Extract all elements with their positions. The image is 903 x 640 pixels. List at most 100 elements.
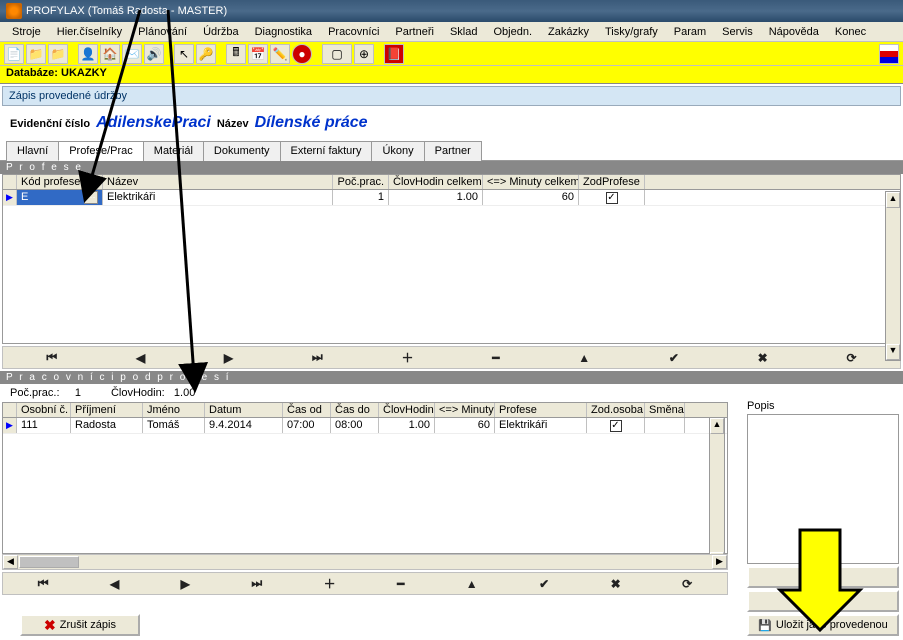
col-kod[interactable]: Kód profese [17, 175, 103, 189]
toolbar-btn-4[interactable]: 👤 [78, 44, 98, 64]
toolbar-flag-icon[interactable] [879, 44, 899, 64]
pcell-jm[interactable]: Tomáš [143, 418, 205, 433]
toolbar-btn-10[interactable]: 🖩 [226, 44, 246, 64]
pcell-smena[interactable] [645, 418, 685, 433]
profese-row[interactable]: ▶ E⋯ Elektrikáři 1 1.00 60 ✓ [3, 190, 900, 206]
hscroll-left-icon[interactable]: ◀ [3, 555, 18, 569]
toolbar-btn-7[interactable]: 🔊 [144, 44, 164, 64]
pcell-prij[interactable]: Radosta [71, 418, 143, 433]
pcell-datum[interactable]: 9.4.2014 [205, 418, 283, 433]
pcol-do[interactable]: Čas do [331, 403, 379, 417]
menu-stroje[interactable]: Stroje [4, 24, 49, 40]
toolbar-btn-14[interactable]: ▢ [322, 44, 352, 64]
toolbar-btn-6[interactable]: ✉️ [122, 44, 142, 64]
cell-poc[interactable]: 1 [333, 190, 389, 205]
menu-partn[interactable]: Partneři [387, 24, 442, 40]
menu-param[interactable]: Param [666, 24, 714, 40]
scroll-down-icon[interactable]: ▼ [886, 344, 900, 360]
pcell-do[interactable]: 08:00 [331, 418, 379, 433]
pcol-min[interactable]: <=> Minuty [435, 403, 495, 417]
nav-last[interactable]: ⏭ [241, 576, 272, 591]
cell-nazev[interactable]: Elektrikáři [103, 190, 333, 205]
menu-napoveda[interactable]: Nápověda [761, 24, 827, 40]
pcol-od[interactable]: Čas od [283, 403, 331, 417]
nav-last[interactable]: ⏭ [302, 350, 333, 365]
nav-cancel[interactable]: ✖ [748, 351, 778, 365]
cell-kod[interactable]: E⋯ [17, 190, 103, 205]
cell-minuty[interactable]: 60 [483, 190, 579, 205]
toolbar-btn-12[interactable]: ✏️ [270, 44, 290, 64]
col-poc[interactable]: Poč.prac. [333, 175, 389, 189]
prac-row[interactable]: ▶ 111 Radosta Tomáš 9.4.2014 07:00 08:00… [3, 418, 727, 434]
nav-refresh[interactable]: ⟳ [672, 577, 702, 591]
menu-diag[interactable]: Diagnostika [247, 24, 320, 40]
tab-material[interactable]: Materiál [143, 141, 204, 161]
tab-profese[interactable]: Profese/Prac [58, 141, 144, 161]
pcol-prof[interactable]: Profese [495, 403, 587, 417]
nav-post[interactable]: ✔ [659, 351, 689, 365]
profese-vscroll[interactable]: ▲ ▼ [885, 191, 901, 361]
menu-prac[interactable]: Pracovníci [320, 24, 387, 40]
nav-del[interactable]: ━ [387, 577, 414, 591]
toolbar-btn-2[interactable]: 📁 [26, 44, 46, 64]
nav-prev[interactable]: ◀ [126, 351, 155, 365]
lookup-button[interactable]: ⋯ [84, 191, 98, 204]
nav-first[interactable]: ⏮ [36, 350, 67, 365]
nav-prev[interactable]: ◀ [100, 577, 129, 591]
tab-ukony[interactable]: Úkony [371, 141, 424, 161]
menu-objedn[interactable]: Objedn. [485, 24, 540, 40]
tab-hlavni[interactable]: Hlavní [6, 141, 59, 161]
cell-hodin[interactable]: 1.00 [389, 190, 483, 205]
nav-refresh[interactable]: ⟳ [836, 351, 866, 365]
cancel-button[interactable]: ✖ Zrušit zápis [20, 614, 140, 636]
kopie-button[interactable]: Kopie [747, 566, 899, 588]
tab-partner[interactable]: Partner [424, 141, 482, 161]
col-zod[interactable]: ZodProfese [579, 175, 645, 189]
nav-add[interactable]: ＋ [391, 349, 423, 366]
menu-servis[interactable]: Servis [714, 24, 761, 40]
pcell-od[interactable]: 07:00 [283, 418, 331, 433]
toolbar-btn-8[interactable]: ↖ [174, 44, 194, 64]
menu-sklad[interactable]: Sklad [442, 24, 486, 40]
tab-dokumenty[interactable]: Dokumenty [203, 141, 281, 161]
menu-plan[interactable]: Plánování [130, 24, 195, 40]
scroll-up-icon[interactable]: ▲ [886, 192, 900, 208]
toolbar-btn-9[interactable]: 🔑 [196, 44, 216, 64]
col-minuty[interactable]: <=> Minuty celkem [483, 175, 579, 189]
pcol-os[interactable]: Osobní č. [17, 403, 71, 417]
nav-add[interactable]: ＋ [314, 575, 346, 592]
menu-zakazky[interactable]: Zakázky [540, 24, 597, 40]
pcol-datum[interactable]: Datum [205, 403, 283, 417]
menu-tisky[interactable]: Tisky/grafy [597, 24, 666, 40]
profese-grid[interactable]: Kód profese Název Poč.prac. ČlovHodin ce… [2, 174, 901, 344]
hscroll-thumb[interactable] [19, 556, 79, 568]
pcell-os[interactable]: 111 [17, 418, 71, 433]
pcol-smena[interactable]: Směna [645, 403, 685, 417]
scroll-up-icon[interactable]: ▲ [710, 418, 724, 434]
pcol-jm[interactable]: Jméno [143, 403, 205, 417]
prac-grid[interactable]: Osobní č. Příjmení Jméno Datum Čas od Ča… [2, 402, 728, 554]
nav-cancel[interactable]: ✖ [601, 577, 631, 591]
nav-next[interactable]: ▶ [171, 577, 200, 591]
novy-button[interactable]: Nový [747, 590, 899, 612]
col-nazev[interactable]: Název [103, 175, 333, 189]
cell-zod[interactable]: ✓ [579, 190, 645, 205]
toolbar-btn-15[interactable]: ⊕ [354, 44, 374, 64]
nav-edit[interactable]: ▲ [568, 351, 600, 365]
pcell-zod[interactable]: ✓ [587, 418, 645, 433]
toolbar-btn-16[interactable]: 📕 [384, 44, 404, 64]
popis-textarea[interactable] [747, 414, 899, 564]
nav-edit[interactable]: ▲ [456, 577, 488, 591]
toolbar-btn-11[interactable]: 📅 [248, 44, 268, 64]
prac-hscroll[interactable]: ◀ ▶ [2, 554, 728, 570]
menu-udrzba[interactable]: Údržba [195, 24, 246, 40]
menu-konec[interactable]: Konec [827, 24, 874, 40]
menu-hier[interactable]: Hier.číselníky [49, 24, 130, 40]
prac-vscroll[interactable]: ▲ ▼ [709, 417, 725, 569]
pcell-prof[interactable]: Elektrikáři [495, 418, 587, 433]
tab-faktury[interactable]: Externí faktury [280, 141, 373, 161]
pcol-zod[interactable]: Zod.osoba [587, 403, 645, 417]
nav-first[interactable]: ⏮ [28, 576, 59, 591]
nav-post[interactable]: ✔ [529, 577, 559, 591]
hscroll-right-icon[interactable]: ▶ [712, 555, 727, 569]
